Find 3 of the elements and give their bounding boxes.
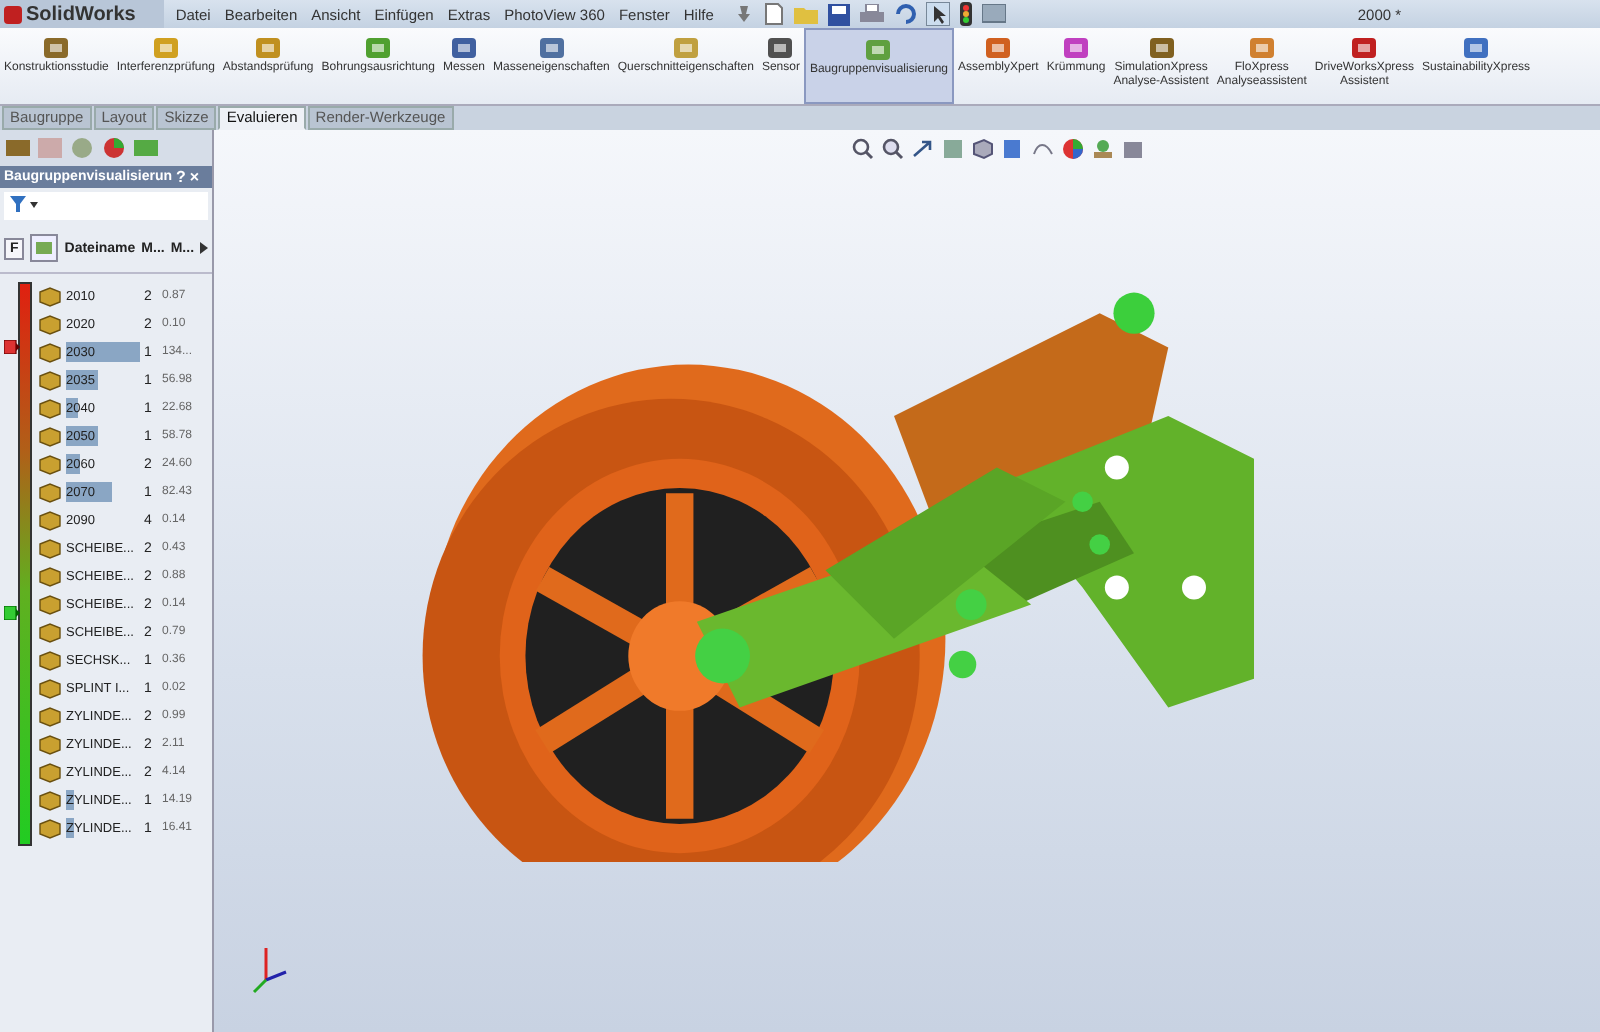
close-button[interactable]: × xyxy=(189,168,200,186)
app-logo[interactable]: SolidWorks xyxy=(0,0,164,28)
help-button[interactable]: ? xyxy=(176,168,186,186)
